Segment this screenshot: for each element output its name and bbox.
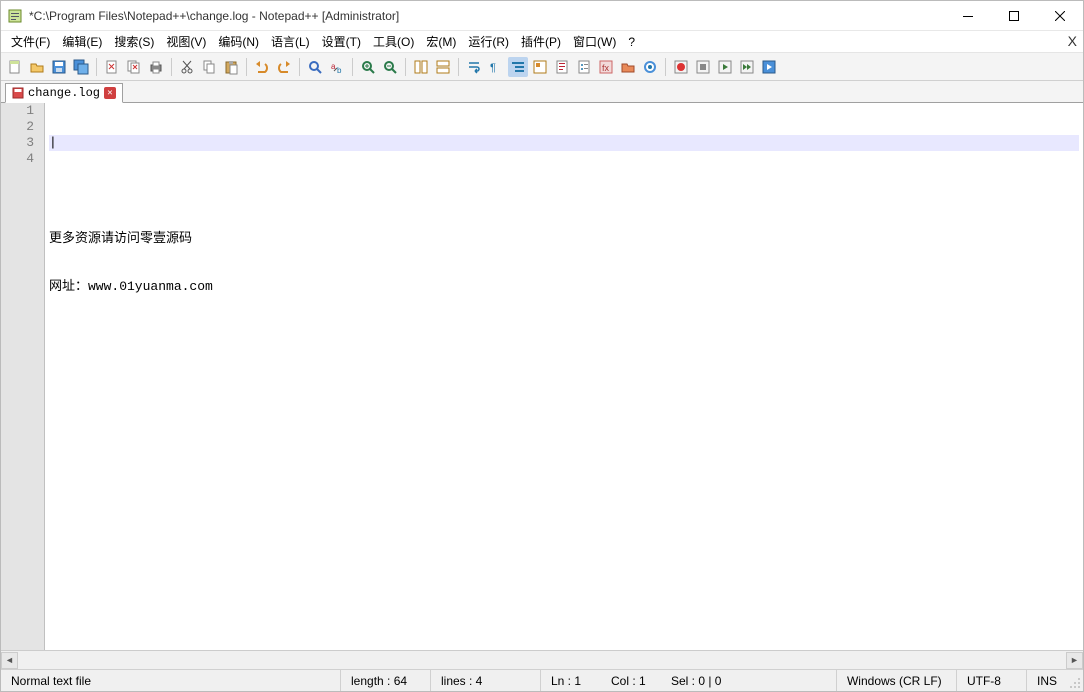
toolbar-play-icon[interactable] [715, 57, 735, 77]
menu-macro[interactable]: 宏(M) [420, 31, 462, 52]
window-maximize-button[interactable] [991, 1, 1037, 31]
toolbar-allchars-icon[interactable]: ¶ [486, 57, 506, 77]
toolbar-close-all-icon[interactable] [124, 57, 144, 77]
code-line: 网址：www.01yuanma.com [49, 279, 1079, 295]
toolbar-stop-icon[interactable] [693, 57, 713, 77]
toolbar-save-icon[interactable] [49, 57, 69, 77]
toolbar-monitor-icon[interactable] [640, 57, 660, 77]
menu-settings[interactable]: 设置(T) [316, 31, 367, 52]
menu-window[interactable]: 窗口(W) [567, 31, 622, 52]
svg-text:fx: fx [602, 63, 610, 73]
code-line: 更多资源请访问零壹源码 [49, 231, 1079, 247]
menu-help[interactable]: ? [622, 33, 641, 51]
toolbar-redo-icon[interactable] [274, 57, 294, 77]
line-number-gutter: 1 2 3 4 [1, 103, 45, 650]
menu-close-x[interactable]: X [1068, 33, 1077, 49]
scroll-track[interactable] [18, 652, 1066, 669]
toolbar-print-icon[interactable] [146, 57, 166, 77]
tab-current[interactable]: change.log ✕ [5, 83, 123, 103]
toolbar-find-icon[interactable] [305, 57, 325, 77]
toolbar-separator [352, 58, 353, 76]
toolbar-doclist-icon[interactable] [574, 57, 594, 77]
menu-run[interactable]: 运行(R) [462, 31, 515, 52]
status-doctype: Normal text file [1, 670, 341, 691]
toolbar-indent-guide-icon[interactable] [508, 57, 528, 77]
line-number: 4 [1, 151, 34, 167]
toolbar-separator [299, 58, 300, 76]
toolbar: ab ¶ fx [1, 53, 1083, 81]
status-lines: lines : 4 [431, 670, 541, 691]
toolbar-paste-icon[interactable] [221, 57, 241, 77]
toolbar-copy-icon[interactable] [199, 57, 219, 77]
toolbar-separator [96, 58, 97, 76]
status-ins[interactable]: INS [1027, 670, 1067, 691]
toolbar-undo-icon[interactable] [252, 57, 272, 77]
toolbar-new-icon[interactable] [5, 57, 25, 77]
menu-encoding[interactable]: 编码(N) [212, 31, 265, 52]
window-minimize-button[interactable] [945, 1, 991, 31]
horizontal-scrollbar[interactable]: ◄ ► [1, 651, 1083, 669]
status-col: Col : 1 [601, 670, 661, 691]
toolbar-zoom-out-icon[interactable] [380, 57, 400, 77]
line-number: 3 [1, 135, 34, 151]
scroll-right-button[interactable]: ► [1066, 652, 1083, 669]
toolbar-separator [405, 58, 406, 76]
menu-tools[interactable]: 工具(O) [367, 31, 420, 52]
toolbar-funclist-icon[interactable]: fx [596, 57, 616, 77]
status-ln: Ln : 1 [541, 670, 601, 691]
toolbar-close-icon[interactable] [102, 57, 122, 77]
toolbar-fastfwd-icon[interactable] [737, 57, 757, 77]
code-line [49, 135, 1079, 151]
status-encoding[interactable]: UTF-8 [957, 670, 1027, 691]
toolbar-separator [458, 58, 459, 76]
toolbar-userlang-icon[interactable] [530, 57, 550, 77]
toolbar-docmap-icon[interactable] [552, 57, 572, 77]
resize-grip[interactable] [1067, 670, 1083, 691]
toolbar-sync-h-icon[interactable] [433, 57, 453, 77]
window-close-button[interactable] [1037, 1, 1083, 31]
toolbar-folder-icon[interactable] [618, 57, 638, 77]
status-bar: Normal text file length : 64 lines : 4 L… [1, 669, 1083, 691]
toolbar-save-all-icon[interactable] [71, 57, 91, 77]
toolbar-open-icon[interactable] [27, 57, 47, 77]
tab-label: change.log [28, 86, 100, 100]
line-number: 2 [1, 119, 34, 135]
code-line [49, 183, 1079, 199]
menu-file[interactable]: 文件(F) [5, 31, 56, 52]
app-icon [7, 8, 23, 24]
tab-bar: change.log ✕ [1, 81, 1083, 103]
toolbar-cut-icon[interactable] [177, 57, 197, 77]
line-number: 1 [1, 103, 34, 119]
window-titlebar: *C:\Program Files\Notepad++\change.log -… [1, 1, 1083, 31]
toolbar-sync-v-icon[interactable] [411, 57, 431, 77]
editor-area: 1 2 3 4 更多资源请访问零壹源码 网址：www.01yuanma.com [1, 103, 1083, 651]
menu-edit[interactable]: 编辑(E) [56, 31, 108, 52]
menu-plugins[interactable]: 插件(P) [515, 31, 567, 52]
window-title: *C:\Program Files\Notepad++\change.log -… [29, 9, 945, 23]
menu-language[interactable]: 语言(L) [265, 31, 316, 52]
scroll-left-button[interactable]: ◄ [1, 652, 18, 669]
toolbar-save-macro-icon[interactable] [759, 57, 779, 77]
svg-text:b: b [337, 66, 342, 75]
menu-search[interactable]: 搜索(S) [108, 31, 160, 52]
status-sel: Sel : 0 | 0 [661, 670, 837, 691]
toolbar-zoom-in-icon[interactable] [358, 57, 378, 77]
svg-text:¶: ¶ [490, 62, 496, 74]
toolbar-separator [246, 58, 247, 76]
menu-view[interactable]: 视图(V) [160, 31, 212, 52]
code-editor[interactable]: 更多资源请访问零壹源码 网址：www.01yuanma.com [45, 103, 1083, 650]
toolbar-separator [665, 58, 666, 76]
menu-bar: 文件(F) 编辑(E) 搜索(S) 视图(V) 编码(N) 语言(L) 设置(T… [1, 31, 1083, 53]
toolbar-record-icon[interactable] [671, 57, 691, 77]
toolbar-wordwrap-icon[interactable] [464, 57, 484, 77]
toolbar-separator [171, 58, 172, 76]
toolbar-replace-icon[interactable]: ab [327, 57, 347, 77]
status-length: length : 64 [341, 670, 431, 691]
status-eol[interactable]: Windows (CR LF) [837, 670, 957, 691]
tab-modified-icon [12, 87, 24, 99]
tab-close-icon[interactable]: ✕ [104, 87, 116, 99]
